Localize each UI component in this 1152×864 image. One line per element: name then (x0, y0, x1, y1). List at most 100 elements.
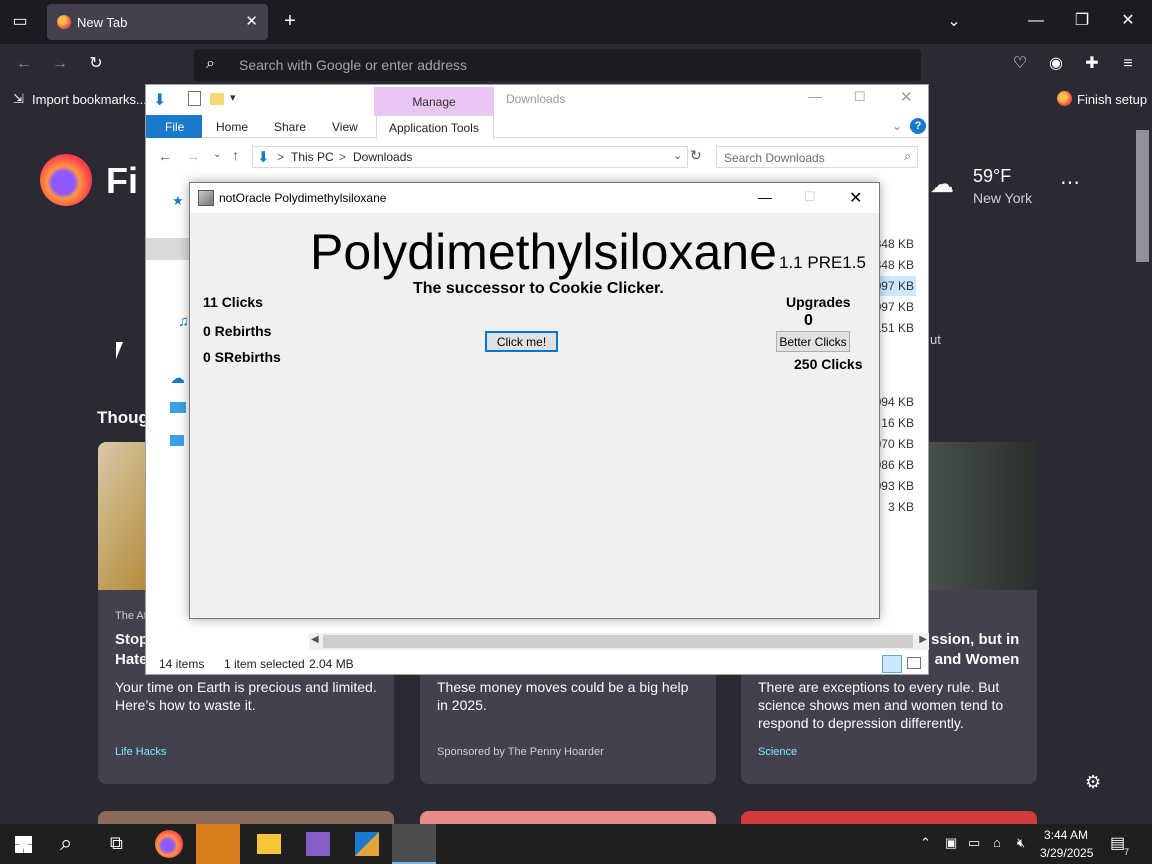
file-explorer-taskbar-icon[interactable] (257, 834, 281, 854)
help-icon[interactable]: ? (910, 118, 926, 134)
visual-studio-taskbar-icon[interactable] (306, 832, 330, 856)
manage-context-tab[interactable]: Manage (374, 87, 494, 116)
properties-icon[interactable] (188, 91, 201, 106)
scrollbar-thumb[interactable] (1136, 130, 1149, 262)
story-context[interactable]: Life Hacks (115, 746, 166, 758)
better-clicks-button[interactable]: Better Clicks (776, 331, 850, 352)
music-icon[interactable]: ♫ (178, 313, 189, 330)
onedrive-cloud-icon[interactable]: ☁ (170, 369, 185, 387)
story-card-row2-1[interactable] (98, 811, 394, 824)
breadcrumb-this-pc[interactable]: This PC (291, 150, 334, 164)
tools-taskbar-icon[interactable] (355, 832, 379, 856)
ribbon-expand-icon[interactable]: ⌄ (892, 119, 902, 133)
new-folder-icon[interactable] (210, 93, 224, 105)
start-windows-icon[interactable] (15, 836, 32, 853)
tray-monitor-icon[interactable]: ▭ (968, 835, 980, 851)
account-icon[interactable]: ◉ (1046, 54, 1066, 74)
tab-share[interactable]: Share (274, 120, 306, 134)
task-view-icon[interactable]: ⧉ (110, 833, 123, 854)
scrollbar-thumb[interactable] (323, 635, 913, 648)
breadcrumb-downloads[interactable]: Downloads (353, 150, 412, 164)
qat-dropdown-icon[interactable]: ▾ (230, 91, 236, 104)
reload-icon[interactable]: ↻ (86, 54, 106, 74)
notifications-icon[interactable]: ▤ (1110, 833, 1125, 853)
weather-menu-icon[interactable]: ⋯ (1060, 170, 1080, 195)
up-icon[interactable]: ↑ (232, 147, 239, 163)
quick-access-toolbar: ⬇ ▾ Manage Downloads — ☐ ✕ (146, 85, 928, 116)
horizontal-scrollbar[interactable]: ◀ ▶ (309, 633, 929, 650)
game-titlebar[interactable]: notOracle Polydimethylsiloxane — ☐ ✕ (190, 183, 879, 213)
firefox-logo-icon (40, 154, 92, 206)
this-pc-icon[interactable] (170, 402, 186, 413)
weather-cloud-icon: ☁ (930, 171, 954, 198)
game-taskbar-icon[interactable] (392, 824, 436, 864)
upgrade-cost: 250 Clicks (794, 356, 863, 372)
search-icon[interactable]: ⌕ (60, 830, 72, 856)
mouse-cursor-icon (116, 342, 123, 359)
network-icon[interactable]: ⌂ (993, 835, 1001, 850)
click-me-button[interactable]: Click me! (485, 331, 558, 352)
pocket-icon[interactable]: ♡ (1010, 54, 1030, 74)
finish-setup-link[interactable]: Finish setup (1077, 92, 1147, 107)
nav-item-highlight[interactable] (146, 238, 191, 260)
story-context[interactable]: Science (758, 746, 797, 758)
explorer-minimize-icon[interactable]: — (808, 88, 822, 104)
upgrades-count: 0 (804, 312, 813, 329)
restore-icon[interactable]: ❐ (1072, 11, 1092, 31)
minimize-icon[interactable]: — (1026, 11, 1046, 31)
search-placeholder: Search Downloads (724, 151, 825, 165)
game-minimize-icon[interactable]: — (758, 189, 772, 205)
weather-temp[interactable]: 59°F (973, 166, 1011, 187)
tab-close-icon[interactable]: ✕ (245, 12, 258, 30)
breadcrumb-sep-icon: > (277, 150, 285, 164)
game-close-icon[interactable]: ✕ (849, 188, 862, 208)
search-icon: ⌕ (206, 55, 215, 72)
scroll-left-icon[interactable]: ◀ (311, 634, 319, 645)
firefox-taskbar-icon[interactable] (155, 830, 183, 858)
import-bookmarks-link[interactable]: Import bookmarks... (32, 92, 147, 107)
extensions-icon[interactable]: ✚ (1082, 54, 1102, 74)
new-tab-button[interactable]: + (279, 11, 301, 31)
url-bar[interactable]: ⌕ Search with Google or enter address (194, 49, 921, 81)
nav-forward-icon[interactable]: → (186, 148, 200, 164)
volume-muted-icon[interactable]: 🔇︎ (1017, 835, 1025, 851)
back-icon[interactable]: ← (14, 54, 34, 74)
tab-list-icon[interactable]: ▭ (10, 12, 30, 32)
refresh-icon[interactable]: ↻ (690, 147, 702, 164)
clock-date[interactable]: 3/29/2025 (1040, 846, 1093, 860)
chevron-down-icon[interactable]: ⌄ (944, 12, 964, 32)
nav-back-icon[interactable]: ← (158, 148, 172, 164)
settings-gear-icon[interactable]: ⚙ (1085, 772, 1101, 793)
tab-title: New Tab (77, 15, 128, 30)
tab-application-tools[interactable]: Application Tools (376, 115, 494, 139)
breadcrumb-sep-icon: > (339, 150, 347, 164)
menu-icon[interactable]: ≡ (1118, 54, 1138, 74)
taskbar: ⌕ ⧉ ⌃ ▣ ▭ ⌂ 🔇︎ 3:44 AM 3/29/2025 ▤ 7 (0, 824, 1152, 864)
close-window-icon[interactable]: ✕ (1118, 11, 1138, 31)
tab-view[interactable]: View (332, 120, 358, 134)
tray-app-icon[interactable]: ▣ (945, 835, 957, 851)
explorer-maximize-icon[interactable]: ☐ (854, 89, 866, 105)
network-icon[interactable] (170, 435, 184, 446)
recent-locations-icon[interactable]: ⌄ (213, 149, 221, 160)
clock-time[interactable]: 3:44 AM (1044, 828, 1088, 842)
quick-access-star-icon[interactable]: ★ (172, 193, 184, 209)
story-card-row2-2[interactable] (420, 811, 716, 824)
tray-chevron-icon[interactable]: ⌃ (920, 835, 931, 851)
address-bar[interactable]: ⬇ > This PC > Downloads ⌄ (252, 146, 688, 168)
tab-home[interactable]: Home (216, 120, 248, 134)
upgrades-label: Upgrades (786, 294, 851, 310)
address-dropdown-icon[interactable]: ⌄ (673, 149, 682, 162)
tab-new-tab[interactable]: New Tab ✕ (47, 4, 268, 40)
forward-icon[interactable]: → (50, 54, 70, 74)
explorer-close-icon[interactable]: ✕ (900, 88, 913, 106)
large-icons-view-icon[interactable] (907, 657, 921, 669)
page-scrollbar[interactable] (1133, 114, 1152, 824)
details-view-icon[interactable] (882, 655, 902, 673)
section-title: Thoug (97, 408, 149, 427)
tab-file[interactable]: File (146, 115, 202, 138)
search-downloads-input[interactable]: Search Downloads ⌕ (716, 146, 918, 168)
scroll-right-icon[interactable]: ▶ (919, 634, 927, 645)
eclipse-taskbar-icon[interactable] (196, 824, 240, 864)
story-card-row2-3[interactable] (741, 811, 1037, 824)
